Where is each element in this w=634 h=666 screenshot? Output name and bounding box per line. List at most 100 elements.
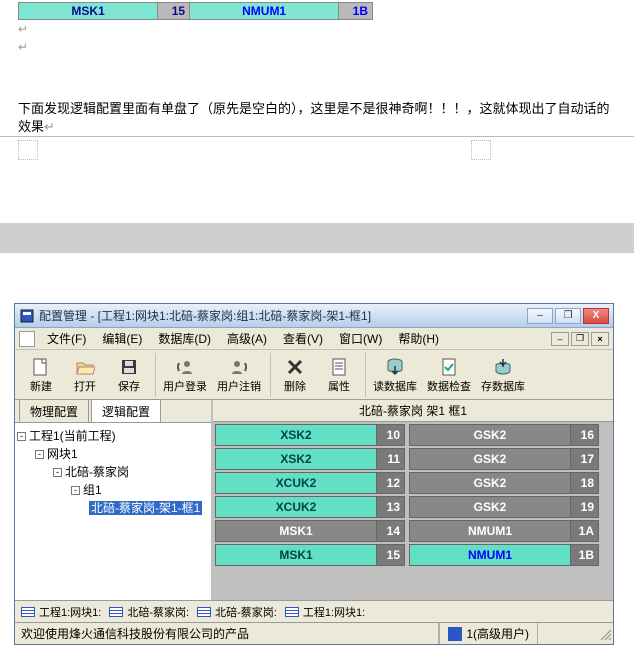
slot-right[interactable]: NMUM11B [409,544,599,566]
slot-number: 11 [376,449,404,469]
rack-header: 北碚-蔡家岗 架1 框1 [213,400,613,422]
menu-window[interactable]: 窗口(W) [331,330,390,347]
slot-left[interactable]: XSK210 [215,424,405,446]
resize-grip-icon[interactable] [597,626,613,642]
paragraph-mark: ↵ [0,38,634,56]
mdi-minimize-button[interactable]: – [551,332,569,346]
bottom-tab[interactable]: 北碚-蔡家岗: [197,604,277,620]
bottom-tab[interactable]: 北碚-蔡家岗: [109,604,189,620]
slot-right[interactable]: GSK218 [409,472,599,494]
save-button[interactable]: 保存 [109,354,149,396]
slot-number: 1A [570,521,598,541]
rack-row: MSK114NMUM11A [215,520,611,542]
rack-row: XSK211GSK217 [215,448,611,470]
user-indicator-icon [448,627,462,641]
slot-left[interactable]: XCUK212 [215,472,405,494]
tree-node-block[interactable]: -网块1 [17,445,209,463]
new-button[interactable]: 新建 [21,354,61,396]
login-button[interactable]: 用户登录 [160,354,210,396]
checkdata-label: 数据检查 [427,378,471,394]
collapse-icon[interactable]: - [53,468,62,477]
save-label: 保存 [118,378,140,394]
status-message: 欢迎使用烽火通信科技股份有限公司的产品 [15,623,439,644]
status-empty-cell [537,623,597,644]
slot-right[interactable]: GSK217 [409,448,599,470]
menu-bar: 文件(F) 编辑(E) 数据库(D) 高级(A) 查看(V) 窗口(W) 帮助(… [15,328,613,350]
delete-label: 删除 [284,378,306,394]
readdb-icon [384,356,406,378]
collapse-icon[interactable]: - [17,432,26,441]
slot-right[interactable]: GSK219 [409,496,599,518]
slot-left[interactable]: XCUK213 [215,496,405,518]
top-fragment: MSK1 15 NMUM1 1B [0,0,634,20]
rack-row: XSK210GSK216 [215,424,611,446]
mdi-close-button[interactable]: × [591,332,609,346]
menu-icon [19,331,35,347]
slot-right[interactable]: GSK216 [409,424,599,446]
slot-label: GSK2 [410,497,570,517]
bottom-tab[interactable]: 工程1:网块1: [285,604,365,620]
tree-view[interactable]: -工程1(当前工程) -网块1 -北碚-蔡家岗 -组1 北碚-蔡家岗-架1-框1 [15,422,211,600]
slot-number: 19 [570,497,598,517]
slot-label: XSK2 [216,425,376,445]
collapse-icon[interactable]: - [71,486,80,495]
menu-help[interactable]: 帮助(H) [390,330,447,347]
readdb-label: 读数据库 [373,378,417,394]
slot-label: XSK2 [216,449,376,469]
properties-label: 属性 [328,378,350,394]
open-button[interactable]: 打开 [65,354,105,396]
slot-number: 18 [570,473,598,493]
placeholder-box [471,140,491,160]
open-label: 打开 [74,378,96,394]
collapse-icon[interactable]: - [35,450,44,459]
tree-node-group[interactable]: -组1 [17,481,209,499]
save-icon [118,356,140,378]
mdi-restore-button[interactable]: ❐ [571,332,589,346]
slot-label: MSK1 [216,545,376,565]
tree-node-frame[interactable]: 北碚-蔡家岗-架1-框1 [17,499,209,517]
right-pane: 北碚-蔡家岗 架1 框1 XSK210GSK216XSK211GSK217XCU… [213,400,613,600]
menu-file[interactable]: 文件(F) [39,330,94,347]
bottom-tab[interactable]: 工程1:网块1: [21,604,101,620]
savedb-button[interactable]: 存数据库 [478,354,528,396]
tree-node-project[interactable]: -工程1(当前工程) [17,427,209,445]
slot-left[interactable]: XSK211 [215,448,405,470]
rack-icon [21,607,35,617]
slot-label: MSK1 [216,521,376,541]
rack-grid: XSK210GSK216XSK211GSK217XCUK212GSK218XCU… [213,422,613,600]
slot-number: 10 [376,425,404,445]
readdb-button[interactable]: 读数据库 [370,354,420,396]
close-button[interactable]: X [583,308,609,324]
tree-node-site[interactable]: -北碚-蔡家岗 [17,463,209,481]
checkdata-button[interactable]: 数据检查 [424,354,474,396]
logout-button[interactable]: 用户注销 [214,354,264,396]
menu-edit[interactable]: 编辑(E) [94,330,150,347]
slot-number: 13 [376,497,404,517]
tab-physical[interactable]: 物理配置 [19,399,89,422]
properties-button[interactable]: 属性 [319,354,359,396]
image-placeholders [0,137,634,163]
slot-label: GSK2 [410,473,570,493]
body-paragraph: 下面发现逻辑配置里面有单盘了（原先是空白的），这里是不是很神奇啊！！！，这就体现… [0,96,634,137]
menu-view[interactable]: 查看(V) [275,330,331,347]
slot-left[interactable]: MSK115 [215,544,405,566]
slot-left[interactable]: MSK114 [215,520,405,542]
delete-button[interactable]: 删除 [275,354,315,396]
window-title: 配置管理 - [工程1:网块1:北碚-蔡家岗:组1:北碚-蔡家岗-架1-框1] [39,307,527,324]
maximize-button[interactable]: ❐ [555,308,581,324]
rack-icon [197,607,211,617]
slot-right[interactable]: NMUM11A [409,520,599,542]
minimize-button[interactable]: – [527,308,553,324]
menu-advanced[interactable]: 高级(A) [219,330,275,347]
tab-logical[interactable]: 逻辑配置 [91,399,161,422]
gray-divider-bar [0,223,634,253]
toolbar: 新建 打开 保存 用户登录 用户注销 删除 [15,350,613,400]
window-titlebar: 配置管理 - [工程1:网块1:北碚-蔡家岗:组1:北碚-蔡家岗-架1-框1] … [15,304,613,328]
slot-number: 16 [570,425,598,445]
status-bar: 欢迎使用烽火通信科技股份有限公司的产品 1(高级用户) [15,622,613,644]
menu-database[interactable]: 数据库(D) [150,330,219,347]
checkdata-icon [438,356,460,378]
mini-right-label: NMUM1 [190,3,339,19]
rack-row: XCUK212GSK218 [215,472,611,494]
bottom-tabs-bar: 工程1:网块1: 北碚-蔡家岗: 北碚-蔡家岗: 工程1:网块1: [15,600,613,622]
